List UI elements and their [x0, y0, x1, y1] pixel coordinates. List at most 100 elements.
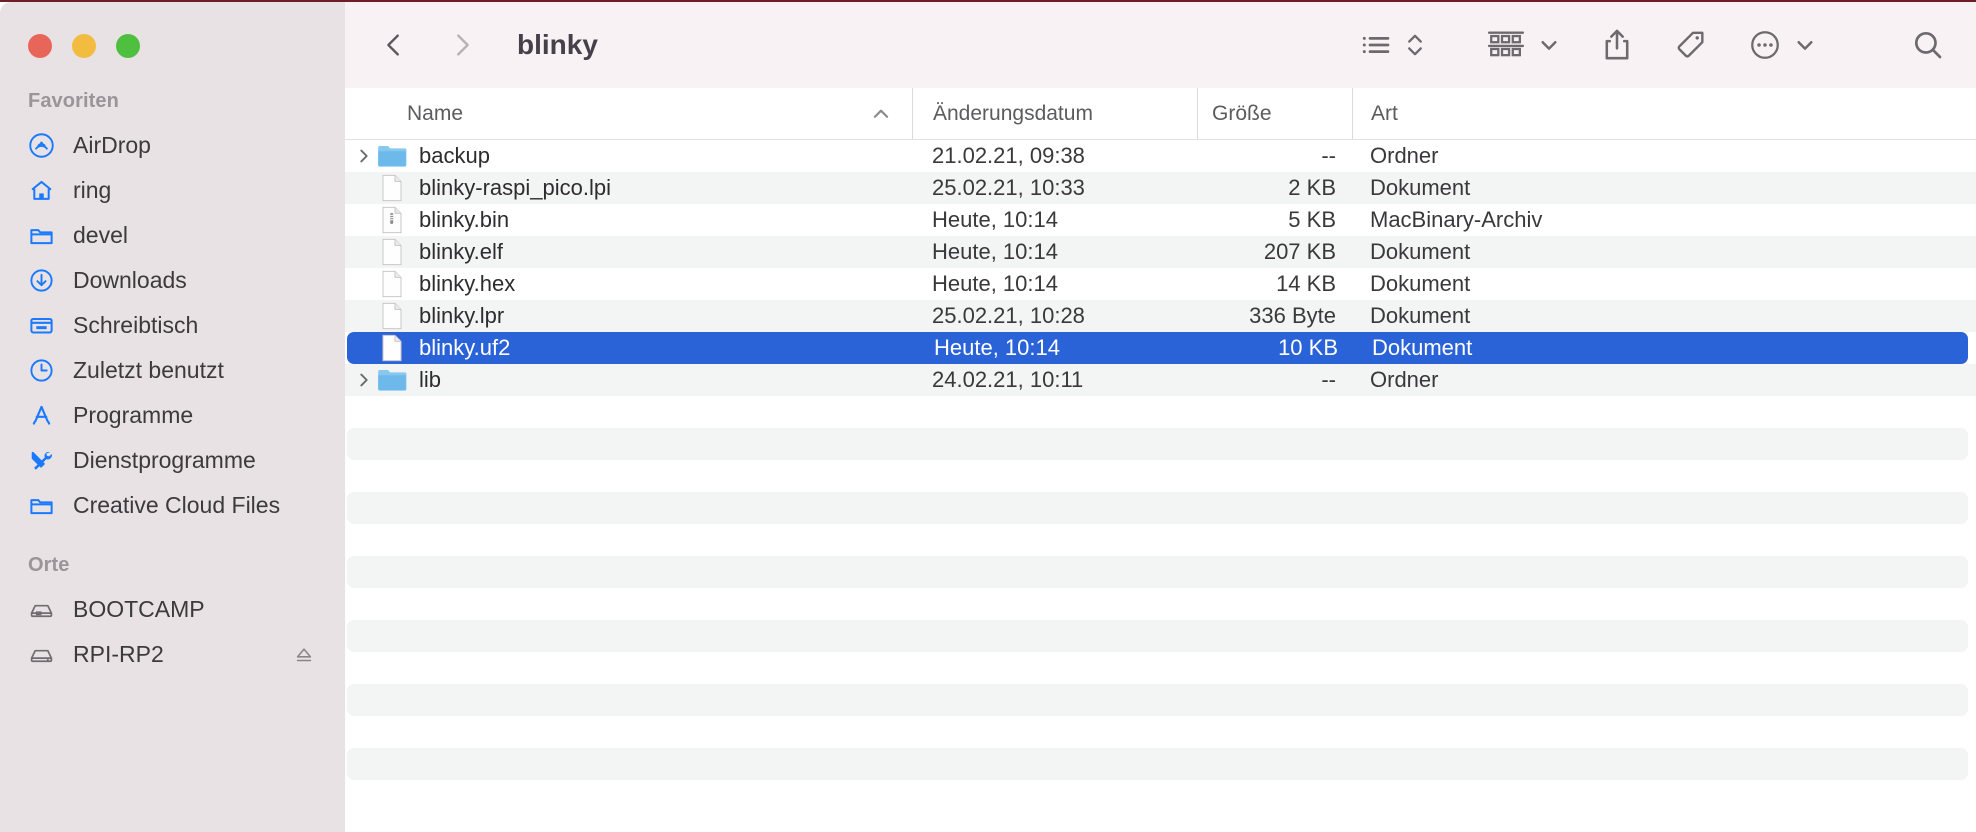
sidebar-item-devel[interactable]: devel	[0, 213, 345, 258]
table-row[interactable]: blinky.elf Heute, 10:14 207 KB Dokument	[345, 236, 1976, 268]
sidebar-item-label: Zuletzt benutzt	[73, 357, 224, 383]
sort-ascending-icon	[870, 103, 892, 125]
folder-icon	[28, 222, 55, 249]
cell-date: Heute, 10:14	[932, 271, 1058, 296]
document-icon	[377, 334, 407, 362]
sidebar-item-label: Schreibtisch	[73, 312, 199, 338]
column-header-name[interactable]: Name	[345, 88, 912, 139]
table-row[interactable]: blinky.lpr 25.02.21, 10:28 336 Byte Dokumen…	[345, 300, 1976, 332]
empty-row[interactable]	[347, 428, 1968, 460]
cell-name: blinky.elf	[345, 238, 912, 266]
sidebar-item-label: ring	[73, 177, 112, 203]
cell-date: Heute, 10:14	[932, 239, 1058, 264]
cell-date: 24.02.21, 10:11	[932, 367, 1084, 392]
empty-row[interactable]	[347, 684, 1968, 716]
sidebar-item-creative-cloud-files[interactable]: Creative Cloud Files	[0, 483, 345, 528]
download-circle-icon	[28, 267, 55, 294]
table-row[interactable]: lib 24.02.21, 10:11 -- Ordner	[345, 364, 1976, 396]
empty-row[interactable]	[345, 460, 1976, 492]
document-icon	[377, 270, 407, 298]
search-button[interactable]	[1910, 27, 1946, 63]
disclosure-triangle-icon[interactable]	[351, 371, 377, 389]
utilities-icon	[28, 447, 55, 474]
view-mode-button[interactable]	[1358, 27, 1426, 63]
cell-kind: Ordner	[1370, 367, 1439, 392]
cell-size: --	[1321, 367, 1336, 392]
empty-row[interactable]	[347, 492, 1968, 524]
sidebar-section-favoriten: Favoriten	[28, 90, 119, 112]
cell-size: 10 KB	[1278, 335, 1338, 360]
cell-kind: Dokument	[1372, 335, 1473, 360]
page-title: blinky	[517, 29, 598, 60]
sidebar-item-programme[interactable]: Programme	[0, 393, 345, 438]
empty-row[interactable]	[345, 588, 1976, 620]
empty-row[interactable]	[347, 556, 1968, 588]
empty-row[interactable]	[345, 652, 1976, 684]
chevron-updown-icon	[1408, 34, 1422, 56]
table-row[interactable]: backup 21.02.21, 09:38 -- Ordner	[345, 140, 1976, 172]
empty-row[interactable]	[347, 620, 1968, 652]
airdrop-icon	[28, 132, 55, 159]
sidebar-item-label: Creative Cloud Files	[73, 492, 281, 518]
finder-window: Favoriten AirDrop ring devel Downloads S…	[0, 0, 1976, 832]
table-row[interactable]: blinky.bin Heute, 10:14 5 KB MacBinary-Arch…	[345, 204, 1976, 236]
forward-button[interactable]	[435, 18, 489, 72]
cell-kind: Dokument	[1370, 271, 1471, 296]
applications-icon	[28, 402, 55, 429]
chevron-down-icon	[1797, 41, 1813, 50]
toolbar-right-group	[1358, 27, 1946, 63]
share-button[interactable]	[1600, 27, 1634, 63]
sidebar-item-rpi-rp2[interactable]: RPI-RP2	[0, 632, 345, 677]
group-by-button[interactable]	[1486, 28, 1560, 62]
column-headers: Name Änderungsdatum Größe Art	[345, 88, 1976, 140]
traffic-lights	[0, 2, 345, 78]
tags-button[interactable]	[1674, 28, 1708, 62]
sidebar-item-ring[interactable]: ring	[0, 168, 345, 213]
cell-kind: Dokument	[1370, 239, 1471, 264]
cell-date: 21.02.21, 09:38	[932, 143, 1085, 168]
table-row[interactable]: blinky-raspi_pico.lpi 25.02.21, 10:33 2 KB…	[345, 172, 1976, 204]
eject-icon[interactable]	[293, 644, 315, 666]
sidebar-item-label: AirDrop	[73, 132, 151, 158]
column-header-kind[interactable]: Art	[1352, 88, 1976, 139]
folder-icon	[377, 367, 407, 393]
column-header-date[interactable]: Änderungsdatum	[912, 88, 1197, 139]
column-header-size[interactable]: Größe	[1197, 88, 1352, 139]
sidebar-item-airdrop[interactable]: AirDrop	[0, 123, 345, 168]
close-button[interactable]	[28, 34, 52, 58]
drive-icon	[28, 596, 55, 623]
file-name: blinky.elf	[419, 239, 503, 264]
more-options-button[interactable]	[1748, 28, 1816, 62]
empty-row[interactable]	[347, 748, 1968, 780]
sidebar: Favoriten AirDrop ring devel Downloads S…	[0, 2, 345, 832]
sidebar-item-schreibtisch[interactable]: Schreibtisch	[0, 303, 345, 348]
back-button[interactable]	[367, 18, 421, 72]
chevron-down-icon	[1541, 41, 1557, 50]
sidebar-section-orte: Orte	[28, 554, 70, 576]
empty-row[interactable]	[345, 396, 1976, 428]
sidebar-item-label: Dienstprogramme	[73, 447, 256, 473]
file-name: lib	[419, 367, 442, 392]
document-icon	[377, 174, 407, 202]
sidebar-item-bootcamp[interactable]: BOOTCAMP	[0, 587, 345, 632]
table-row[interactable]: blinky.uf2 Heute, 10:14 10 KB Dokument	[347, 332, 1968, 364]
cell-date: Heute, 10:14	[934, 335, 1060, 360]
zoom-button[interactable]	[116, 34, 140, 58]
empty-row[interactable]	[345, 524, 1976, 556]
cell-kind: Dokument	[1370, 175, 1471, 200]
disclosure-triangle-icon[interactable]	[351, 147, 377, 165]
file-list[interactable]: backup 21.02.21, 09:38 -- Ordner blinky-rasp…	[345, 140, 1976, 832]
table-row[interactable]: blinky.hex Heute, 10:14 14 KB Dokument	[345, 268, 1976, 300]
folder-icon	[377, 143, 407, 169]
minimize-button[interactable]	[72, 34, 96, 58]
empty-row[interactable]	[345, 716, 1976, 748]
sidebar-item-dienstprogramme[interactable]: Dienstprogramme	[0, 438, 345, 483]
sidebar-item-downloads[interactable]: Downloads	[0, 258, 345, 303]
sidebar-item-zuletzt-benutzt[interactable]: Zuletzt benutzt	[0, 348, 345, 393]
cell-size: 14 KB	[1276, 271, 1336, 296]
cell-name: blinky-raspi_pico.lpi	[345, 174, 912, 202]
cell-size: 336 Byte	[1249, 303, 1336, 328]
sidebar-item-label: RPI-RP2	[73, 641, 164, 667]
cell-date: 25.02.21, 10:33	[932, 175, 1085, 200]
cell-date: 25.02.21, 10:28	[932, 303, 1085, 328]
